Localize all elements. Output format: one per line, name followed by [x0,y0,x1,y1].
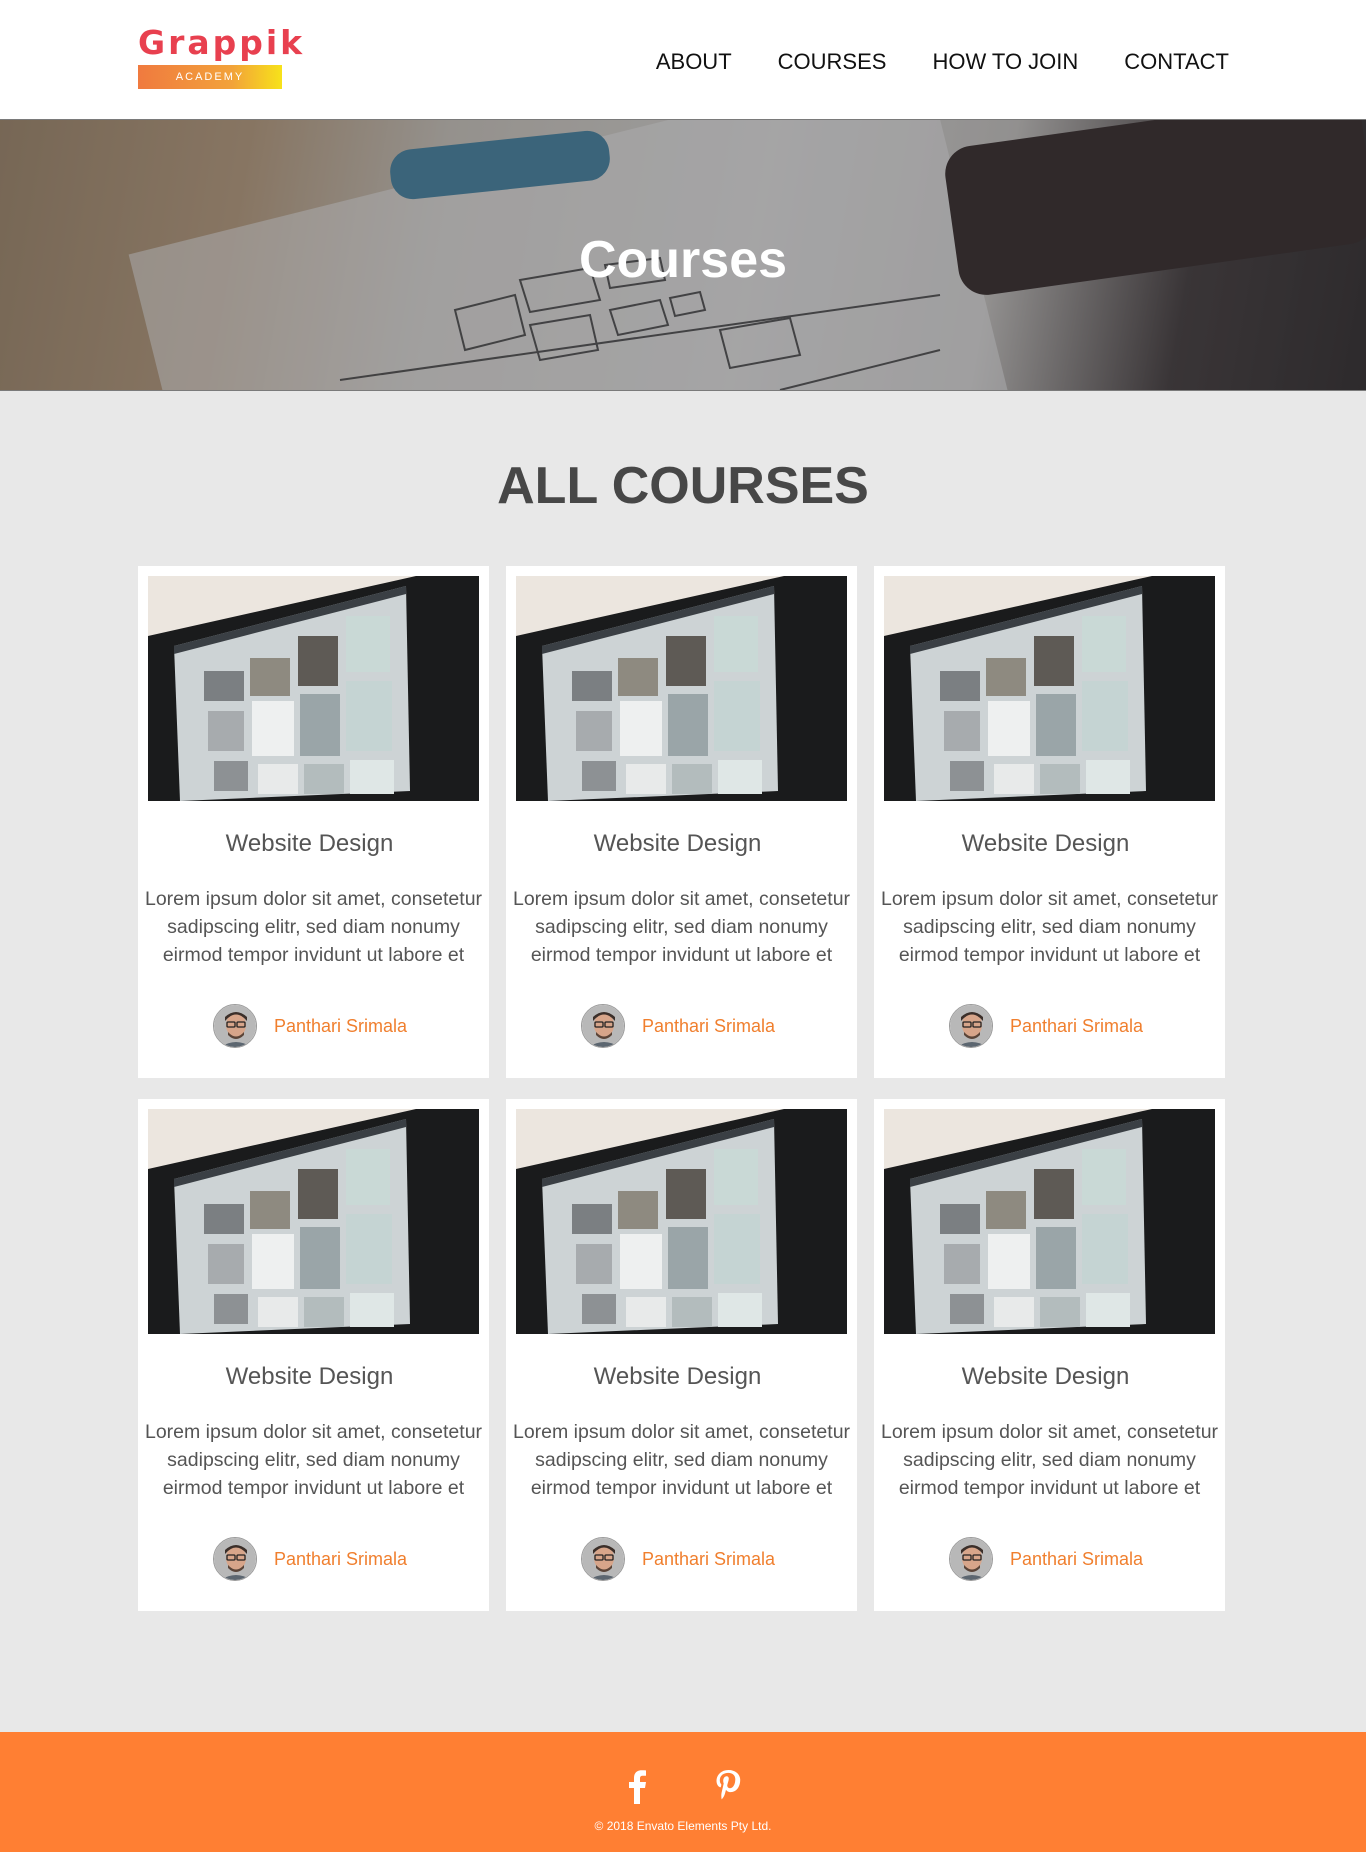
course-title[interactable]: Website Design [138,1363,481,1391]
avatar [213,1537,257,1581]
course-description-line: eirmod tempor invidunt ut labore et [530,944,833,966]
course-description-line: Lorem ipsum dolor sit amet, consetetur [512,1421,851,1443]
course-description-line: sadipscing elitr, sed diam nonumy [903,1449,1196,1471]
author-link[interactable]: Panthari Srimala [274,1016,407,1037]
course-title[interactable]: Website Design [874,830,1217,858]
logo-wordmark: Grappik [138,23,306,62]
course-description: Lorem ipsum dolor sit amet, consetetur s… [878,1418,1221,1502]
course-card[interactable]: Website Design Lorem ipsum dolor sit ame… [874,566,1225,1078]
course-description-line: eirmod tempor invidunt ut labore et [898,944,1201,966]
author-link[interactable]: Panthari Srimala [1010,1549,1143,1570]
course-description-line: sadipscing elitr, sed diam nonumy [167,916,460,938]
course-card[interactable]: Website Design Lorem ipsum dolor sit ame… [138,566,489,1078]
course-description-line: Lorem ipsum dolor sit amet, consetetur [880,888,1219,910]
course-thumbnail[interactable] [516,1109,847,1334]
course-description-line: Lorem ipsum dolor sit amet, consetetur [144,1421,483,1443]
facebook-icon[interactable] [622,1768,654,1804]
course-description-line: eirmod tempor invidunt ut labore et [162,1477,465,1499]
course-description: Lorem ipsum dolor sit amet, consetetur s… [142,885,485,969]
course-author: Panthari Srimala [213,1537,407,1581]
course-title[interactable]: Website Design [138,830,481,858]
course-description-line: sadipscing elitr, sed diam nonumy [535,916,828,938]
course-card[interactable]: Website Design Lorem ipsum dolor sit ame… [506,1099,857,1611]
course-description-line: sadipscing elitr, sed diam nonumy [167,1449,460,1471]
course-thumbnail[interactable] [884,576,1215,801]
course-description-line: Lorem ipsum dolor sit amet, consetetur [880,1421,1219,1443]
avatar [213,1004,257,1048]
courses-section: ALL COURSES Website Design Lorem ipsum d… [0,391,1366,1732]
course-thumbnail[interactable] [884,1109,1215,1334]
avatar [581,1004,625,1048]
course-thumbnail[interactable] [148,1109,479,1334]
avatar [949,1004,993,1048]
course-description: Lorem ipsum dolor sit amet, consetetur s… [142,1418,485,1502]
course-thumbnail[interactable] [516,576,847,801]
course-description-line: eirmod tempor invidunt ut labore et [898,1477,1201,1499]
section-title: ALL COURSES [497,457,869,515]
course-description: Lorem ipsum dolor sit amet, consetetur s… [878,885,1221,969]
site-footer: © 2018 Envato Elements Pty Ltd. [0,1732,1366,1852]
course-author: Panthari Srimala [949,1537,1143,1581]
nav-how-to-join[interactable]: HOW TO JOIN [932,47,1078,77]
course-description-line: sadipscing elitr, sed diam nonumy [535,1449,828,1471]
site-header: Grappik ACADEMY ABOUT COURSES HOW TO JOI… [0,0,1366,119]
course-description-line: Lorem ipsum dolor sit amet, consetetur [144,888,483,910]
course-title[interactable]: Website Design [874,1363,1217,1391]
course-author: Panthari Srimala [581,1537,775,1581]
author-link[interactable]: Panthari Srimala [642,1016,775,1037]
hero-banner: Courses [0,119,1366,391]
nav-contact[interactable]: CONTACT [1124,47,1229,77]
author-link[interactable]: Panthari Srimala [642,1549,775,1570]
page-title: Courses [578,231,788,289]
course-thumbnail[interactable] [148,576,479,801]
course-description-line: eirmod tempor invidunt ut labore et [162,944,465,966]
course-card[interactable]: Website Design Lorem ipsum dolor sit ame… [138,1099,489,1611]
nav-about[interactable]: ABOUT [656,47,732,77]
course-card[interactable]: Website Design Lorem ipsum dolor sit ame… [874,1099,1225,1611]
course-description: Lorem ipsum dolor sit amet, consetetur s… [510,1418,853,1502]
pinterest-icon[interactable] [712,1768,744,1804]
course-description: Lorem ipsum dolor sit amet, consetetur s… [510,885,853,969]
author-link[interactable]: Panthari Srimala [1010,1016,1143,1037]
avatar [949,1537,993,1581]
nav-courses[interactable]: COURSES [778,47,887,77]
course-title[interactable]: Website Design [506,1363,849,1391]
copyright-text: © 2018 Envato Elements Pty Ltd. [594,1819,772,1833]
course-description-line: eirmod tempor invidunt ut labore et [530,1477,833,1499]
course-author: Panthari Srimala [949,1004,1143,1048]
course-title[interactable]: Website Design [506,830,849,858]
logo-tagline: ACADEMY [138,65,282,89]
author-link[interactable]: Panthari Srimala [274,1549,407,1570]
course-description-line: Lorem ipsum dolor sit amet, consetetur [512,888,851,910]
logo[interactable]: Grappik ACADEMY [138,23,306,89]
course-description-line: sadipscing elitr, sed diam nonumy [903,916,1196,938]
main-nav: ABOUT COURSES HOW TO JOIN CONTACT [656,47,1229,77]
avatar [581,1537,625,1581]
social-links [0,1768,1366,1804]
course-card[interactable]: Website Design Lorem ipsum dolor sit ame… [506,566,857,1078]
course-author: Panthari Srimala [581,1004,775,1048]
course-author: Panthari Srimala [213,1004,407,1048]
